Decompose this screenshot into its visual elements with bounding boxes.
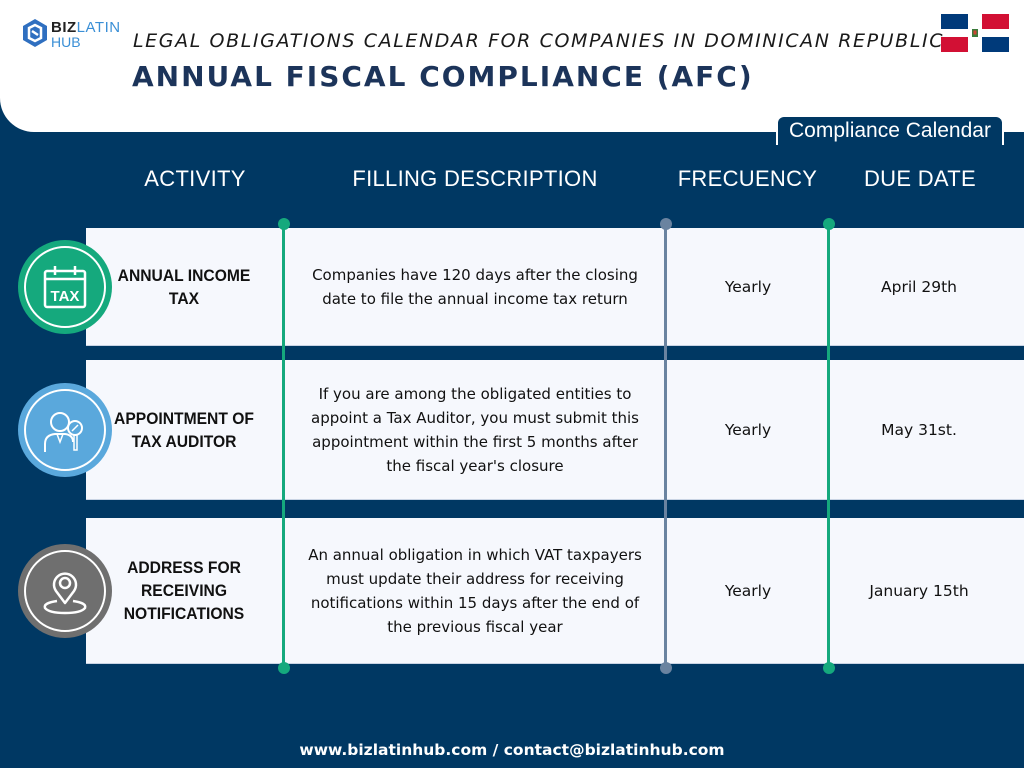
divider-line xyxy=(664,224,667,668)
dominican-republic-flag-icon xyxy=(941,14,1009,52)
page-title: ANNUAL FISCAL COMPLIANCE (AFC) xyxy=(132,60,754,93)
column-header-frequency: FRECUENCY xyxy=(677,166,818,191)
description-text: If you are among the obligated entities … xyxy=(311,384,639,475)
page-subtitle: LEGAL OBLIGATIONS CALENDAR FOR COMPANIES… xyxy=(133,30,945,52)
activity-label: ADDRESS FOR RECEIVING NOTIFICATIONS xyxy=(123,558,245,623)
table-row: APPOINTMENT OF TAX AUDITOR If you are am… xyxy=(86,360,1024,500)
description-text: An annual obligation in which VAT taxpay… xyxy=(308,545,642,636)
logo-mark-icon xyxy=(23,19,47,47)
due-date-value: April 29th xyxy=(881,277,957,296)
column-header-activity: ACTIVITY xyxy=(144,166,246,191)
description-text: Companies have 120 days after the closin… xyxy=(312,265,638,308)
divider-dot xyxy=(659,218,672,230)
divider-dot xyxy=(277,218,290,230)
logo-text-hub: HUB xyxy=(51,34,81,50)
divider-dot xyxy=(822,218,835,230)
table-row: ADDRESS FOR RECEIVING NOTIFICATIONS An a… xyxy=(86,518,1024,664)
activity-label: ANNUAL INCOME TAX xyxy=(117,265,251,308)
frequency-value: Yearly xyxy=(724,277,772,296)
bizlatinhub-logo: BIZLATIN HUB xyxy=(22,18,122,54)
tax-auditor-icon xyxy=(18,383,112,477)
divider-dot xyxy=(277,662,290,674)
activity-label: APPOINTMENT OF TAX AUDITOR xyxy=(114,408,254,451)
svg-text:TAX: TAX xyxy=(51,288,80,305)
divider-line xyxy=(827,224,830,668)
divider-dot xyxy=(659,662,672,674)
footer-contact: www.bizlatinhub.com / contact@bizlatinhu… xyxy=(299,741,725,759)
divider-dot xyxy=(822,662,835,674)
compliance-calendar-tag: Compliance Calendar xyxy=(776,115,1004,145)
header: BIZLATIN HUB LEGAL OBLIGATIONS CALENDAR … xyxy=(0,0,1024,132)
tax-calendar-icon: TAX xyxy=(18,240,112,334)
due-date-value: May 31st. xyxy=(881,420,957,439)
table-row: ANNUAL INCOME TAX Companies have 120 day… xyxy=(86,228,1024,346)
due-date-value: January 15th xyxy=(869,581,969,600)
location-pin-icon xyxy=(18,544,112,638)
column-header-due-date: DUE DATE xyxy=(863,166,976,191)
column-header-description: FILLING DESCRIPTION xyxy=(352,166,598,191)
frequency-value: Yearly xyxy=(724,581,772,600)
divider-line xyxy=(282,224,285,668)
frequency-value: Yearly xyxy=(724,420,772,439)
